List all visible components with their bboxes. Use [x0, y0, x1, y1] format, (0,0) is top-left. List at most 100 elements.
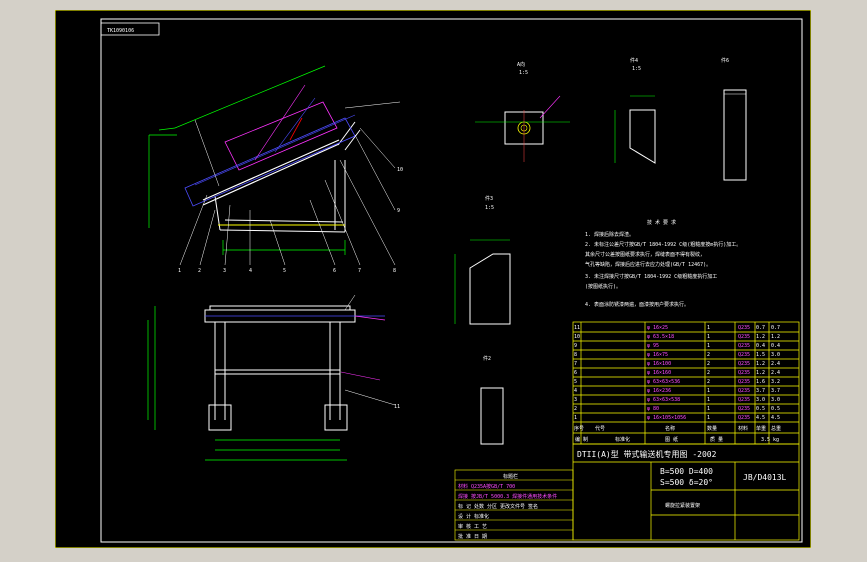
note-line-4: 气孔等缺陷，焊接后应进行去应力处理(GB/T 12467)。: [585, 261, 711, 268]
svg-text:11: 11: [574, 325, 580, 331]
bom-header-row: 序号 代号 名称 数量 材料 单重 总重: [574, 425, 781, 432]
main-elevation-view: [148, 65, 361, 255]
balloon-2: 2: [198, 268, 201, 274]
svg-text:0.4: 0.4: [771, 343, 780, 349]
note-line-6: (按图纸执行)。: [585, 283, 621, 290]
spec-line-2: S=500 δ=20°: [660, 478, 713, 487]
cad-viewport[interactable]: TK1090106 1 2 3 4 5 6 7 8 9 10 11 A向 1:5…: [55, 10, 811, 548]
view-6: 件6: [721, 57, 747, 181]
view-4-scale: 1:5: [632, 66, 641, 72]
balloon-1: 1: [178, 268, 181, 274]
svg-text:0.7: 0.7: [756, 325, 765, 331]
svg-text:5: 5: [574, 379, 577, 385]
svg-text:φ 63×63×538: φ 63×63×538: [647, 397, 680, 403]
svg-text:φ 63×63×536: φ 63×63×536: [647, 379, 680, 385]
svg-text:φ 63.5×18: φ 63.5×18: [647, 334, 674, 340]
svg-text:φ 16×100: φ 16×100: [647, 361, 671, 367]
svg-text:φ 16×105×1056: φ 16×105×1056: [647, 415, 686, 421]
svg-text:7: 7: [574, 361, 577, 367]
svg-text:2.4: 2.4: [771, 370, 780, 376]
bom-row: 2 φ 80 1 Q235 0.5 0.5: [574, 406, 780, 412]
svg-text:9: 9: [574, 343, 577, 349]
svg-text:Q235: Q235: [738, 361, 750, 367]
svg-text:0.5: 0.5: [771, 406, 780, 412]
svg-text:Q235: Q235: [738, 379, 750, 385]
balloon-5: 5: [283, 268, 286, 274]
svg-text:3.0: 3.0: [771, 352, 780, 358]
svg-text:0.5: 0.5: [756, 406, 765, 412]
spec-line-1: B=500 D=400: [660, 467, 713, 476]
svg-text:3.7: 3.7: [771, 388, 780, 394]
svg-text:3: 3: [574, 397, 577, 403]
svg-text:1.2: 1.2: [771, 334, 780, 340]
svg-text:1.2: 1.2: [756, 334, 765, 340]
bom-row: 8 φ 16×75 2 Q235 1.5 3.0: [574, 352, 780, 358]
svg-text:1: 1: [707, 334, 710, 340]
svg-text:标准化: 标准化: [615, 436, 630, 443]
svg-text:Q235: Q235: [738, 388, 750, 394]
balloon-3: 3: [223, 268, 226, 274]
view-3-label: 件3: [485, 195, 493, 202]
svg-text:Q235: Q235: [738, 370, 750, 376]
view-4: 件4 1:5: [614, 57, 656, 164]
svg-text:2: 2: [707, 352, 710, 358]
balloon-7: 7: [358, 268, 361, 274]
svg-text:3.2: 3.2: [771, 379, 780, 385]
note-line-7: 4. 表面涂防锈漆两遍，面漆按用户要求执行。: [585, 301, 689, 308]
svg-text:总重: 总重: [771, 425, 781, 432]
svg-text:单重: 单重: [756, 425, 766, 432]
svg-text:1.2: 1.2: [756, 361, 765, 367]
svg-text:4.5: 4.5: [771, 415, 780, 421]
svg-text:质 量: 质 量: [710, 436, 723, 443]
svg-text:1.2: 1.2: [756, 370, 765, 376]
balloon-4: 4: [249, 268, 252, 274]
svg-text:3.0: 3.0: [771, 397, 780, 403]
view-3-scale: 1:5: [485, 205, 494, 211]
left-table-row: 批 准 日 期: [458, 533, 487, 540]
balloon-8: 8: [393, 268, 396, 274]
bom-row: 9 φ 95 1 Q235 0.4 0.4: [574, 343, 780, 349]
svg-text:Q235: Q235: [738, 325, 750, 331]
view-a-scale: 1:5: [519, 70, 528, 76]
bom-row: 1 φ 16×105×1056 1 Q235 4.5 4.5: [574, 415, 780, 421]
bom-row: 11 φ 16×25 1 Q235 0.7 0.7: [574, 325, 780, 331]
bom-row: 4 φ 16×236 1 Q235 3.7 3.7: [574, 388, 780, 394]
svg-text:1: 1: [707, 415, 710, 421]
left-table-row: 焊接 按JB/T 5000.3 焊接件通用技术条件: [458, 493, 557, 500]
svg-text:φ 16×160: φ 16×160: [647, 370, 671, 376]
plan-view: [147, 294, 396, 461]
svg-text:2.4: 2.4: [771, 361, 780, 367]
sheet-inner-border: [100, 18, 803, 543]
svg-text:代号: 代号: [595, 425, 605, 432]
svg-text:名称: 名称: [665, 425, 675, 432]
svg-text:3.0: 3.0: [756, 397, 765, 403]
svg-text:6: 6: [574, 370, 577, 376]
left-table-row: 设 计 标准化: [458, 513, 489, 520]
svg-text:2: 2: [707, 379, 710, 385]
left-table-row: 标 记 处数 分区 更改文件号 签名: [458, 503, 538, 510]
svg-text:Q235: Q235: [738, 406, 750, 412]
svg-text:Q235: Q235: [738, 397, 750, 403]
note-line-3: 其余尺寸公差按图纸要求执行，焊缝表面不得有裂纹，: [585, 251, 705, 258]
svg-text:3.7: 3.7: [756, 388, 765, 394]
svg-text:φ 95: φ 95: [647, 343, 659, 349]
svg-text:Q235: Q235: [738, 343, 750, 349]
balloon-6: 6: [333, 268, 336, 274]
svg-text:φ 16×236: φ 16×236: [647, 388, 671, 394]
left-table-row: 审 核 工 艺: [458, 523, 487, 530]
left-table-title: 标题栏: [503, 473, 518, 480]
svg-text:Q235: Q235: [738, 415, 750, 421]
bom-footer-row: 编 制 标准化 图 纸 质 量 3.5 kg: [575, 436, 779, 443]
svg-text:8: 8: [574, 352, 577, 358]
balloon-9: 9: [397, 208, 400, 214]
svg-text:2: 2: [707, 370, 710, 376]
view-2: 件2: [480, 355, 504, 445]
svg-text:1: 1: [707, 406, 710, 412]
note-line-1: 1. 焊接后除去焊渣。: [585, 231, 634, 238]
svg-text:编 制: 编 制: [575, 436, 588, 443]
svg-text:4: 4: [574, 388, 577, 394]
view-4-label: 件4: [630, 57, 638, 64]
bom-row: 6 φ 16×160 2 Q235 1.2 2.4: [574, 370, 780, 376]
project-title: DTII(A)型 带式输送机专用图 -2002: [577, 449, 717, 459]
svg-text:2: 2: [574, 406, 577, 412]
